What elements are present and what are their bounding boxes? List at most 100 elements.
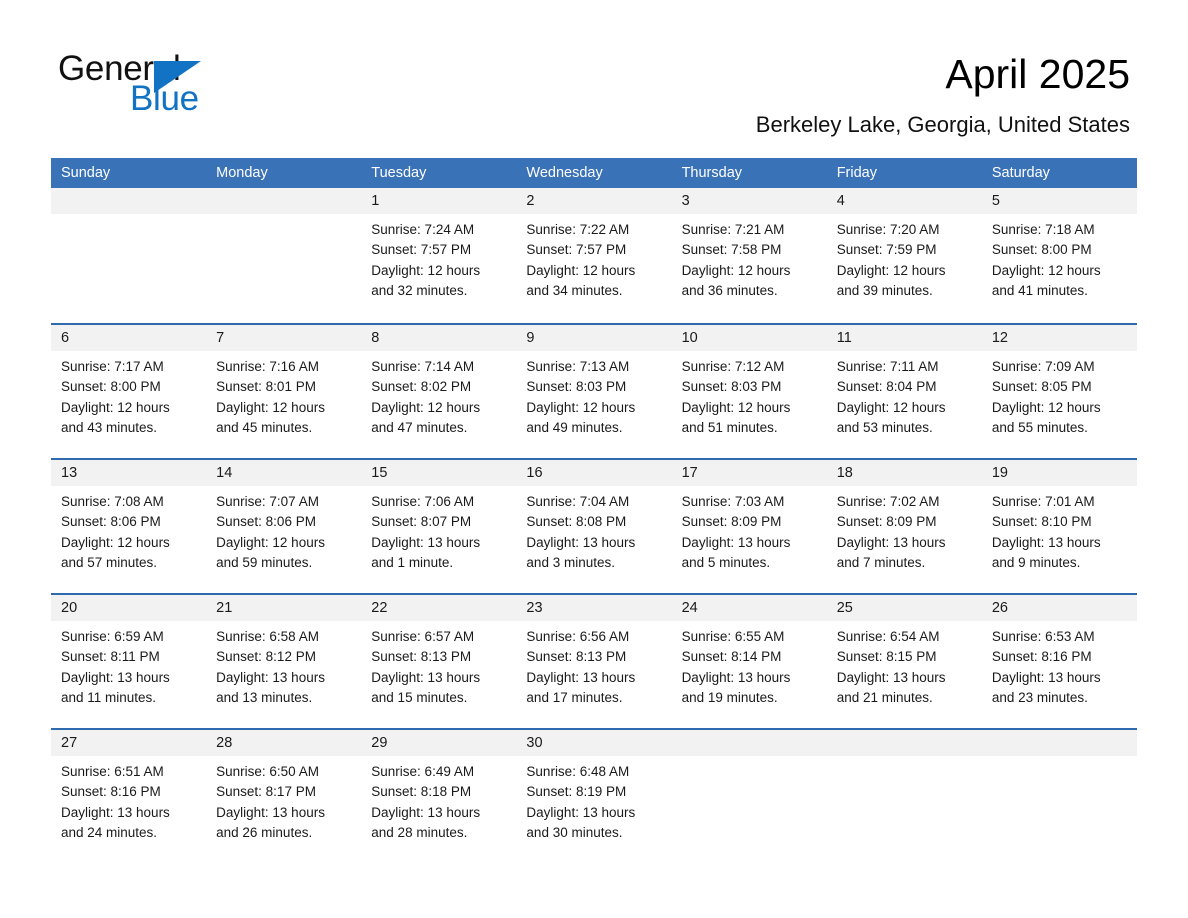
calendar-day-cell[interactable]: 7 Sunrise: 7:16 AM Sunset: 8:01 PM Daylight…	[206, 325, 362, 458]
sunset-text: Sunset: 8:00 PM	[991, 242, 1092, 258]
sunset-text: Sunset: 8:02 PM	[371, 379, 472, 395]
calendar-day-cell[interactable]: 17 Sunrise: 7:03 AM Sunset: 8:09 PM Dayligh…	[671, 460, 827, 593]
sunrise-text: Sunrise: 6:54 AM	[836, 629, 940, 644]
calendar-day-cell[interactable]: 20 Sunrise: 6:59 AM Sunset: 8:11 PM Dayligh…	[51, 595, 207, 728]
day-number: 9	[526, 330, 535, 346]
calendar-day-cell[interactable]: 6 Sunrise: 7:17 AM Sunset: 8:00 PM Daylight…	[51, 325, 207, 458]
day-number: 1	[371, 193, 380, 209]
calendar-day-cell[interactable]: 9 Sunrise: 7:13 AM Sunset: 8:03 PM Daylight…	[516, 325, 672, 458]
daylight-text-line1: Daylight: 13 hours	[681, 669, 791, 685]
sunrise-text: Sunrise: 6:55 AM	[681, 629, 785, 644]
calendar-day-cell[interactable]: 29 Sunrise: 6:49 AM Sunset: 8:18 PM Dayligh…	[361, 730, 517, 863]
daylight-text-line1: Daylight: 12 hours	[371, 262, 481, 278]
daylight-text-line1: Daylight: 13 hours	[991, 534, 1101, 550]
calendar-day-cell[interactable]: 23 Sunrise: 6:56 AM Sunset: 8:13 PM Dayligh…	[516, 595, 672, 728]
day-number-strip	[981, 730, 1137, 756]
day-number: 13	[61, 465, 78, 481]
day-sun-info: Sunrise: 6:51 AM Sunset: 8:16 PM Daylight:…	[51, 756, 206, 843]
daylight-text-line1: Daylight: 12 hours	[526, 262, 636, 278]
day-number: 23	[526, 600, 543, 616]
daylight-text-line1: Daylight: 12 hours	[991, 262, 1101, 278]
daylight-text-line1: Daylight: 13 hours	[836, 669, 946, 685]
daylight-text-line2: and 36 minutes.	[681, 282, 778, 298]
calendar-day-cell[interactable]: 5 Sunrise: 7:18 AM Sunset: 8:00 PM Daylight…	[981, 188, 1137, 323]
calendar-day-cell-empty	[206, 188, 362, 323]
calendar-day-cell[interactable]: 10 Sunrise: 7:12 AM Sunset: 8:03 PM Dayligh…	[671, 325, 827, 458]
calendar-day-cell[interactable]: 11 Sunrise: 7:11 AM Sunset: 8:04 PM Dayligh…	[826, 325, 982, 458]
daylight-text-line1: Daylight: 13 hours	[371, 804, 481, 820]
day-number-strip: 18	[826, 460, 982, 486]
weekday-header-sunday: Sunday	[61, 165, 111, 181]
calendar-day-cell[interactable]: 8 Sunrise: 7:14 AM Sunset: 8:02 PM Daylight…	[361, 325, 517, 458]
calendar-day-cell[interactable]: 19 Sunrise: 7:01 AM Sunset: 8:10 PM Dayligh…	[981, 460, 1137, 593]
day-number: 28	[216, 735, 233, 751]
daylight-text-line2: and 7 minutes.	[836, 554, 926, 570]
day-number: 24	[681, 600, 698, 616]
sunrise-text: Sunrise: 7:08 AM	[61, 494, 164, 509]
calendar-day-cell[interactable]: 1 Sunrise: 7:24 AM Sunset: 7:57 PM Daylight…	[361, 188, 517, 323]
daylight-text-line1: Daylight: 12 hours	[836, 262, 946, 278]
sunrise-text: Sunrise: 6:58 AM	[216, 629, 319, 644]
sunrise-text: Sunrise: 7:22 AM	[526, 222, 630, 237]
weekday-header-saturday: Saturday	[991, 165, 1050, 181]
daylight-text-line2: and 34 minutes.	[526, 282, 623, 298]
daylight-text-line1: Daylight: 13 hours	[991, 669, 1101, 685]
day-sun-info: Sunrise: 7:13 AM Sunset: 8:03 PM Daylight:…	[516, 351, 671, 438]
day-sun-info: Sunrise: 6:57 AM Sunset: 8:13 PM Daylight:…	[361, 621, 516, 708]
sunset-text: Sunset: 8:03 PM	[681, 379, 782, 395]
sunset-text: Sunset: 8:18 PM	[371, 784, 472, 800]
calendar-day-cell[interactable]: 2 Sunrise: 7:22 AM Sunset: 7:57 PM Daylight…	[516, 188, 672, 323]
sunrise-text: Sunrise: 6:57 AM	[371, 629, 475, 644]
calendar-day-cell-empty	[981, 730, 1137, 863]
calendar-day-cell[interactable]: 4 Sunrise: 7:20 AM Sunset: 7:59 PM Daylight…	[826, 188, 982, 323]
day-number-strip: 25	[826, 595, 982, 621]
daylight-text-line2: and 1 minute.	[371, 554, 454, 570]
calendar-day-cell[interactable]: 27 Sunrise: 6:51 AM Sunset: 8:16 PM Dayligh…	[51, 730, 207, 863]
sunrise-text: Sunrise: 7:07 AM	[216, 494, 319, 509]
daylight-text-line2: and 26 minutes.	[216, 824, 313, 840]
calendar-day-cell[interactable]: 16 Sunrise: 7:04 AM Sunset: 8:08 PM Dayligh…	[516, 460, 672, 593]
sunset-text: Sunset: 8:06 PM	[61, 514, 161, 530]
daylight-text-line2: and 47 minutes.	[371, 419, 468, 435]
day-number: 3	[681, 193, 690, 209]
calendar-day-cell[interactable]: 3 Sunrise: 7:21 AM Sunset: 7:58 PM Daylight…	[671, 188, 827, 323]
calendar-week-row: 6 Sunrise: 7:17 AM Sunset: 8:00 PM Daylight…	[51, 323, 1137, 458]
day-number-strip: 16	[516, 460, 672, 486]
day-number: 11	[836, 330, 852, 346]
day-sun-info: Sunrise: 6:53 AM Sunset: 8:16 PM Daylight:…	[982, 621, 1137, 708]
day-number-strip: 1	[361, 188, 517, 214]
calendar-day-cell[interactable]: 26 Sunrise: 6:53 AM Sunset: 8:16 PM Dayligh…	[981, 595, 1137, 728]
day-number: 12	[991, 330, 1008, 346]
day-number: 5	[991, 193, 1000, 209]
calendar-day-cell[interactable]: 14 Sunrise: 7:07 AM Sunset: 8:06 PM Dayligh…	[206, 460, 362, 593]
daylight-text-line2: and 57 minutes.	[61, 554, 158, 570]
calendar-day-cell[interactable]: 25 Sunrise: 6:54 AM Sunset: 8:15 PM Dayligh…	[826, 595, 982, 728]
day-number: 25	[836, 600, 853, 616]
calendar-day-cell[interactable]: 15 Sunrise: 7:06 AM Sunset: 8:07 PM Dayligh…	[361, 460, 517, 593]
day-sun-info: Sunrise: 7:18 AM Sunset: 8:00 PM Daylight:…	[982, 214, 1137, 301]
day-sun-info: Sunrise: 7:21 AM Sunset: 7:58 PM Daylight:…	[672, 214, 827, 301]
calendar-day-cell[interactable]: 24 Sunrise: 6:55 AM Sunset: 8:14 PM Dayligh…	[671, 595, 827, 728]
calendar-day-cell[interactable]: 13 Sunrise: 7:08 AM Sunset: 8:06 PM Dayligh…	[51, 460, 207, 593]
daylight-text-line1: Daylight: 13 hours	[61, 669, 170, 685]
day-number-strip: 28	[206, 730, 362, 756]
calendar-day-cell[interactable]: 30 Sunrise: 6:48 AM Sunset: 8:19 PM Dayligh…	[516, 730, 672, 863]
sunrise-text: Sunrise: 7:13 AM	[526, 359, 630, 374]
calendar-day-cell[interactable]: 21 Sunrise: 6:58 AM Sunset: 8:12 PM Dayligh…	[206, 595, 362, 728]
day-number-strip: 10	[671, 325, 827, 351]
day-number: 6	[61, 330, 70, 346]
day-sun-info: Sunrise: 7:09 AM Sunset: 8:05 PM Daylight:…	[982, 351, 1137, 438]
calendar-day-cell[interactable]: 28 Sunrise: 6:50 AM Sunset: 8:17 PM Dayligh…	[206, 730, 362, 863]
calendar-day-cell[interactable]: 22 Sunrise: 6:57 AM Sunset: 8:13 PM Dayligh…	[361, 595, 517, 728]
calendar-day-cell[interactable]: 18 Sunrise: 7:02 AM Sunset: 8:09 PM Dayligh…	[826, 460, 982, 593]
day-number: 30	[526, 735, 543, 751]
day-sun-info: Sunrise: 7:24 AM Sunset: 7:57 PM Daylight:…	[361, 214, 516, 301]
daylight-text-line1: Daylight: 13 hours	[526, 669, 636, 685]
day-sun-info: Sunrise: 7:01 AM Sunset: 8:10 PM Daylight:…	[982, 486, 1137, 573]
day-number-strip: 20	[51, 595, 207, 621]
day-number: 7	[216, 330, 225, 346]
general-blue-logo[interactable]: General Blue	[58, 50, 288, 122]
day-sun-info: Sunrise: 6:56 AM Sunset: 8:13 PM Daylight:…	[516, 621, 671, 708]
daylight-text-line1: Daylight: 12 hours	[61, 399, 170, 415]
calendar-day-cell[interactable]: 12 Sunrise: 7:09 AM Sunset: 8:05 PM Dayligh…	[981, 325, 1137, 458]
